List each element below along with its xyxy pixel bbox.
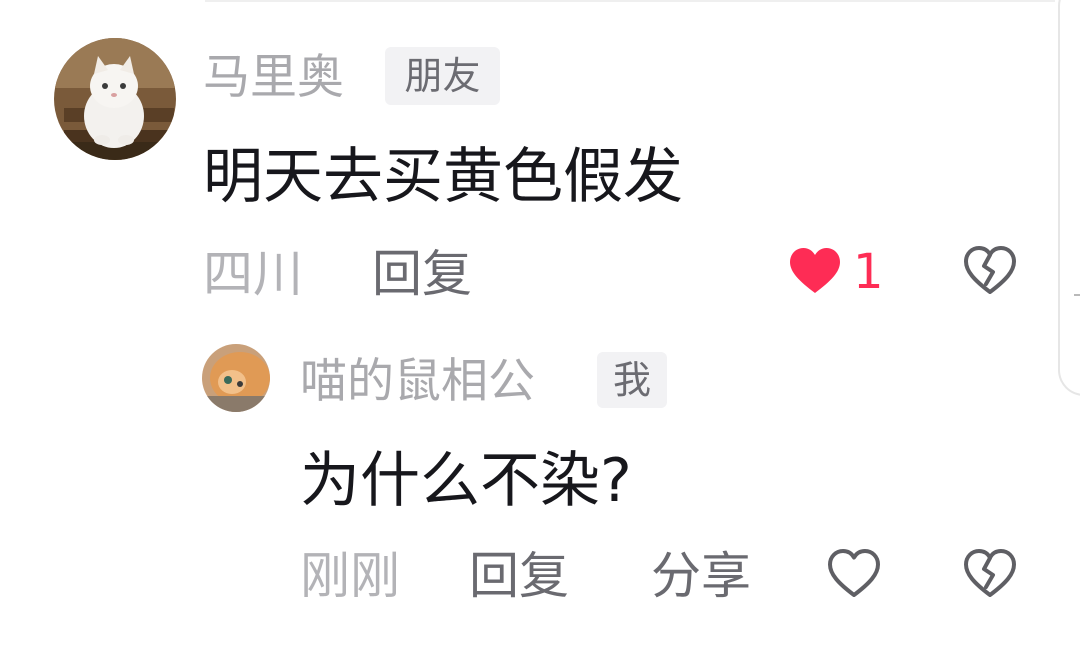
avatar[interactable] — [54, 38, 176, 160]
reply-like-button[interactable] — [826, 546, 882, 602]
comment-location: 四川 — [203, 245, 303, 303]
like-button[interactable] — [787, 244, 843, 300]
me-tag: 我 — [597, 352, 667, 408]
comment-author[interactable]: 马里奥 — [203, 48, 344, 108]
broken-heart-icon — [964, 549, 1016, 597]
reply-author[interactable]: 喵的鼠相公 — [300, 352, 535, 412]
like-count: 1 — [853, 244, 884, 300]
reply-avatar[interactable] — [202, 344, 270, 412]
dislike-button[interactable] — [962, 243, 1018, 299]
orange-cat-avatar-icon — [202, 344, 270, 412]
broken-heart-icon — [964, 246, 1016, 294]
reply-time: 刚刚 — [300, 547, 400, 605]
white-cat-avatar-icon — [54, 38, 176, 160]
comment-thread: 马里奥 朋友 明天去买黄色假发 四川 回复 1 喵的鼠相公 我 为什么不染? 刚… — [0, 0, 1080, 658]
panel-tick — [1074, 294, 1080, 296]
heart-filled-icon — [790, 248, 840, 293]
reply-reply-button[interactable]: 回复 — [469, 546, 569, 606]
reply-text: 为什么不染? — [300, 446, 632, 516]
share-button[interactable]: 分享 — [651, 546, 751, 606]
friend-tag: 朋友 — [385, 47, 500, 105]
reply-button[interactable]: 回复 — [372, 244, 472, 304]
comment-text: 明天去买黄色假发 — [203, 142, 683, 212]
side-panel-edge — [1058, 0, 1080, 396]
heart-outline-icon — [828, 549, 880, 597]
reply-dislike-button[interactable] — [962, 546, 1018, 602]
divider — [205, 0, 1055, 2]
